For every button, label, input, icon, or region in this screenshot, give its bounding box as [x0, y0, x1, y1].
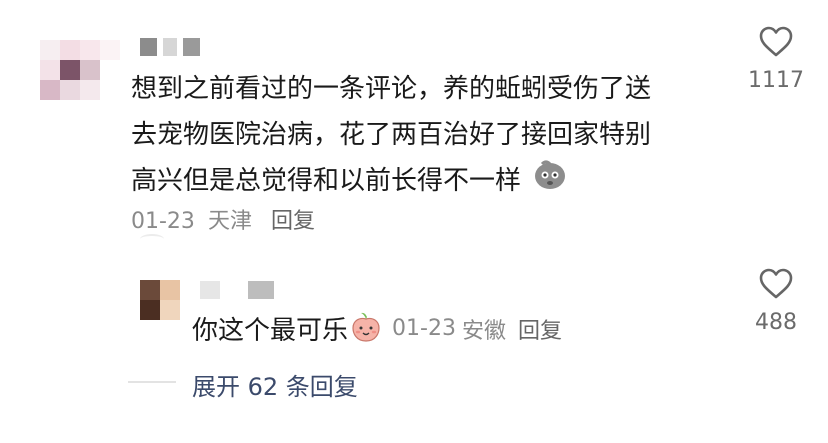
reply-comment: 你这个最可乐 01-23 安徽 回复 — [192, 310, 562, 347]
heart-outline-icon[interactable] — [758, 268, 794, 300]
comment-line: 想到之前看过的一条评论，养的蚯蚓受伤了送 — [131, 74, 652, 104]
comment-line: 高兴但是总觉得和以前长得不一样 — [131, 158, 721, 205]
comment-line: 去宠物医院治病，花了两百治好了接回家特别 — [131, 120, 652, 150]
username[interactable] — [140, 38, 200, 56]
comment-text: 想到之前看过的一条评论，养的蚯蚓受伤了送 去宠物医院治病，花了两百治好了接回家特… — [131, 66, 721, 205]
reply-text: 你这个最可乐 — [192, 316, 349, 346]
reply-username[interactable] — [200, 281, 280, 299]
comment-location: 天津 — [207, 209, 252, 234]
like-count: 1117 — [748, 68, 804, 93]
avatar[interactable] — [40, 40, 120, 100]
heart-outline-icon[interactable] — [758, 26, 794, 58]
like-button[interactable]: 1117 — [746, 26, 806, 93]
comment-date: 01-23 — [131, 209, 195, 234]
expand-replies-button[interactable]: 展开 62 条回复 — [192, 367, 358, 402]
reply-like-button[interactable]: 488 — [746, 268, 806, 335]
divider — [140, 234, 164, 244]
sweat-face-emoji — [533, 158, 567, 205]
reply-button[interactable]: 回复 — [518, 313, 562, 345]
comment-meta: 01-23 天津 回复 — [131, 203, 315, 235]
like-count: 488 — [755, 310, 797, 335]
peach-face-emoji — [350, 311, 382, 347]
reply-date: 01-23 — [392, 316, 456, 341]
comment-line-text: 高兴但是总觉得和以前长得不一样 — [131, 166, 522, 196]
reply-location: 安徽 — [461, 318, 506, 344]
reply-button[interactable]: 回复 — [271, 209, 315, 234]
reply-avatar[interactable] — [140, 280, 180, 320]
divider — [128, 381, 176, 383]
